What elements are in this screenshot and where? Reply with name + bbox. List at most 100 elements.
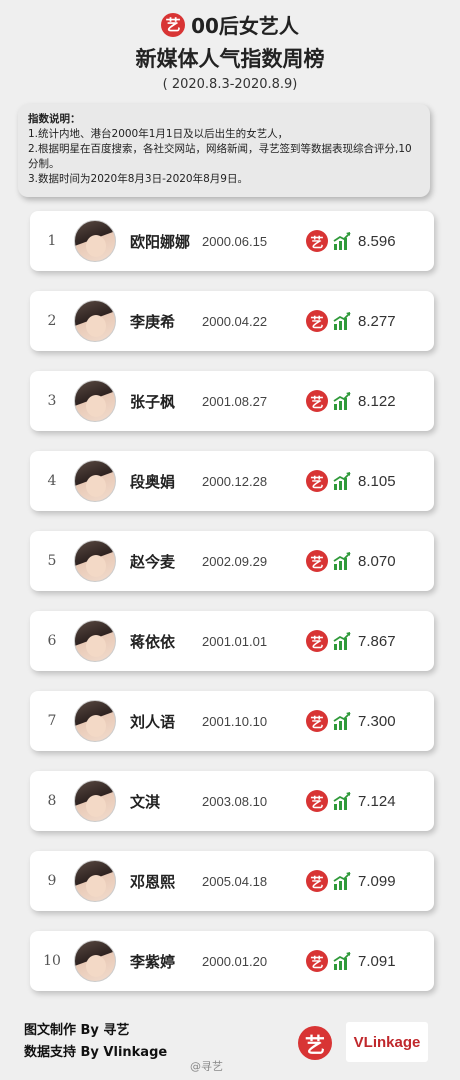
popularity-score: 8.070 — [358, 552, 396, 570]
yi-logo-icon: 艺 — [306, 390, 328, 412]
ranking-row: 9 邓恩熙 2005.04.18 艺 7.099 — [30, 851, 434, 911]
artist-name: 邓恩熙 — [130, 872, 176, 891]
rank-number: 6 — [47, 633, 57, 649]
trend-up-icon — [333, 792, 351, 810]
avatar — [74, 220, 116, 262]
rank-number: 10 — [43, 953, 61, 969]
trend-up-icon — [333, 312, 351, 330]
rank-number: 2 — [47, 313, 57, 329]
birth-date: 2001.08.27 — [202, 393, 268, 409]
rank-number: 9 — [47, 873, 57, 889]
artist-name: 李紫婷 — [130, 952, 176, 971]
trend-up-icon — [333, 472, 351, 490]
score-group: 艺 7.867 — [306, 630, 396, 652]
birth-date: 2000.01.20 — [202, 953, 268, 969]
credit-data: 数据支持 By Vlinkage — [24, 1045, 168, 1060]
score-group: 艺 8.122 — [306, 390, 396, 412]
birth-date: 2001.01.01 — [202, 633, 268, 649]
footer: 图文制作 By 寻艺 数据支持 By Vlinkage @寻艺 艺 VLinka… — [0, 1012, 460, 1080]
ranking-row: 7 刘人语 2001.10.10 艺 7.300 — [30, 691, 434, 751]
page-subtitle: 新媒体人气指数周榜 — [135, 47, 325, 71]
trend-up-icon — [333, 232, 351, 250]
birth-date: 2005.04.18 — [202, 873, 268, 889]
score-group: 艺 7.300 — [306, 710, 396, 732]
explanation-title: 指数说明： — [28, 113, 81, 125]
index-explanation: 指数说明： 1.统计内地、港台2000年1月1日及以后出生的女艺人， 2.根据明… — [18, 104, 430, 197]
ranking-row: 8 文淇 2003.08.10 艺 7.124 — [30, 771, 434, 831]
avatar — [74, 620, 116, 662]
yi-logo-icon: 艺 — [306, 870, 328, 892]
yi-logo-icon: 艺 — [161, 12, 186, 37]
avatar — [74, 380, 116, 422]
ranking-list: 1 欧阳娜娜 2000.06.15 艺 8.596 2 李庚希 2000.04.22 艺 8.27… — [0, 211, 460, 991]
trend-up-icon — [333, 952, 351, 970]
popularity-score: 8.122 — [358, 392, 396, 410]
credit-design: 图文制作 By 寻艺 — [24, 1023, 130, 1038]
popularity-score: 8.277 — [358, 312, 396, 330]
yi-logo-icon: 艺 — [306, 470, 328, 492]
popularity-score: 8.596 — [358, 232, 396, 250]
credits: 图文制作 By 寻艺 数据支持 By Vlinkage — [24, 1020, 167, 1064]
artist-name: 刘人语 — [130, 712, 176, 731]
trend-up-icon — [333, 872, 351, 890]
rank-number: 4 — [47, 473, 57, 489]
yi-logo-icon: 艺 — [306, 710, 328, 732]
popularity-score: 8.105 — [358, 472, 396, 490]
artist-name: 蒋依依 — [130, 632, 176, 651]
score-group: 艺 8.070 — [306, 550, 396, 572]
rank-number: 3 — [47, 393, 57, 409]
popularity-score: 7.867 — [358, 632, 396, 650]
ranking-row: 4 段奥娟 2000.12.28 艺 8.105 — [30, 451, 434, 511]
page-title: 00后女艺人 — [191, 14, 299, 38]
yi-logo-icon: 艺 — [306, 310, 328, 332]
birth-date: 2000.06.15 — [202, 233, 268, 249]
avatar — [74, 300, 116, 342]
xunyi-logo-icon: 艺 — [298, 1026, 332, 1060]
rank-number: 5 — [47, 553, 57, 569]
birth-date: 2003.08.10 — [202, 793, 268, 809]
popularity-score: 7.091 — [358, 952, 396, 970]
rank-number: 8 — [47, 793, 57, 809]
yi-logo-icon: 艺 — [306, 230, 328, 252]
avatar — [74, 860, 116, 902]
avatar — [74, 540, 116, 582]
artist-name: 段奥娟 — [130, 472, 176, 491]
birth-date: 2000.04.22 — [202, 313, 268, 329]
popularity-score: 7.099 — [358, 872, 396, 890]
artist-name: 赵今麦 — [130, 552, 176, 571]
ranking-row: 2 李庚希 2000.04.22 艺 8.277 — [30, 291, 434, 351]
ranking-row: 10 李紫婷 2000.01.20 艺 7.091 — [30, 931, 434, 991]
avatar — [74, 700, 116, 742]
artist-name: 李庚希 — [130, 312, 176, 331]
artist-name: 张子枫 — [130, 392, 176, 411]
yi-logo-icon: 艺 — [306, 790, 328, 812]
score-group: 艺 7.099 — [306, 870, 396, 892]
yi-logo-icon: 艺 — [306, 550, 328, 572]
ranking-row: 5 赵今麦 2002.09.29 艺 8.070 — [30, 531, 434, 591]
yi-logo-icon: 艺 — [306, 630, 328, 652]
popularity-score: 7.124 — [358, 792, 396, 810]
yi-logo-icon: 艺 — [306, 950, 328, 972]
score-group: 艺 8.105 — [306, 470, 396, 492]
date-range: ( 2020.8.3-2020.8.9) — [162, 77, 298, 92]
explanation-line: 3.数据时间为2020年8月3日-2020年8月9日。 — [28, 173, 248, 185]
trend-up-icon — [333, 552, 351, 570]
avatar — [74, 940, 116, 982]
score-group: 艺 7.124 — [306, 790, 396, 812]
rank-number: 7 — [47, 713, 57, 729]
birth-date: 2002.09.29 — [202, 553, 268, 569]
avatar — [74, 780, 116, 822]
trend-up-icon — [333, 392, 351, 410]
artist-name: 欧阳娜娜 — [130, 232, 191, 251]
header: 艺 00后女艺人 新媒体人气指数周榜 ( 2020.8.3-2020.8.9) — [0, 0, 460, 92]
score-group: 艺 8.596 — [306, 230, 396, 252]
rank-number: 1 — [47, 233, 57, 249]
vlinkage-logo: VLinkage — [346, 1022, 428, 1062]
trend-up-icon — [333, 712, 351, 730]
artist-name: 文淇 — [130, 792, 161, 811]
ranking-row: 1 欧阳娜娜 2000.06.15 艺 8.596 — [30, 211, 434, 271]
popularity-score: 7.300 — [358, 712, 396, 730]
explanation-line: 1.统计内地、港台2000年1月1日及以后出生的女艺人， — [28, 128, 289, 140]
birth-date: 2001.10.10 — [202, 713, 268, 729]
birth-date: 2000.12.28 — [202, 473, 268, 489]
